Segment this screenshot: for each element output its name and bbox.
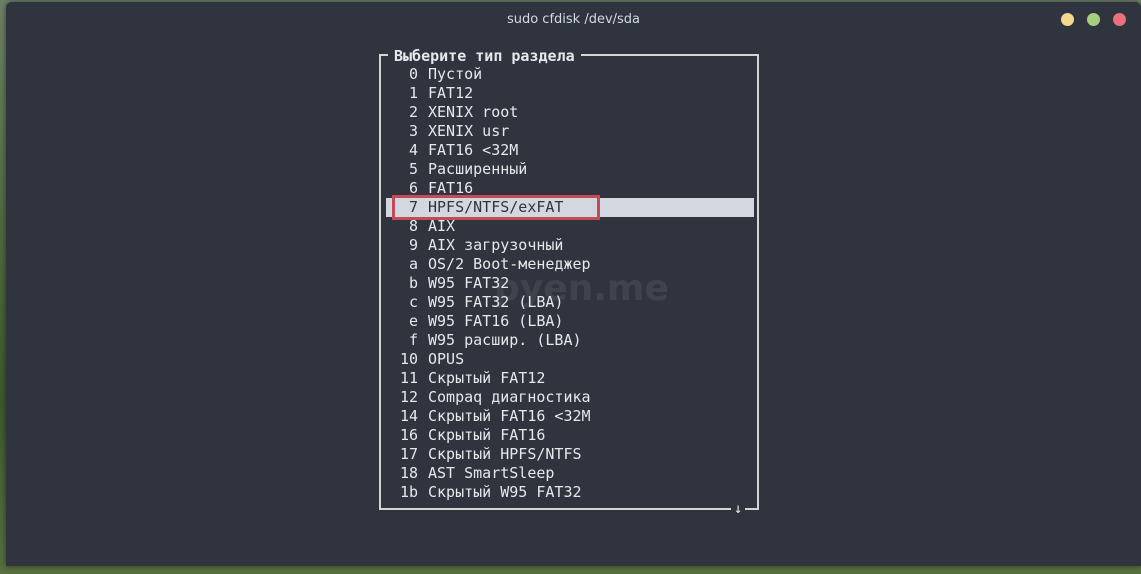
partition-type-item[interactable]: 14 Скрытый FAT16 <32M (386, 407, 754, 426)
partition-type-item[interactable]: f W95 расшир. (LBA) (386, 331, 754, 350)
watermark: pyen.me (494, 268, 669, 309)
partition-type-name: Скрытый FAT16 <32M (428, 407, 591, 425)
partition-type-code: 7 (408, 198, 418, 216)
partition-type-code: 17 (399, 445, 418, 463)
partition-type-code: a (408, 255, 418, 273)
partition-type-name: OPUS (428, 350, 465, 368)
partition-type-name: FAT16 <32M (428, 141, 519, 159)
partition-type-name: Расширенный (428, 160, 528, 178)
partition-type-item[interactable]: 18 AST SmartSleep (386, 464, 754, 483)
partition-type-code: 12 (399, 388, 418, 406)
partition-type-name: AIX загрузочный (428, 236, 564, 254)
partition-type-code: 9 (408, 236, 418, 254)
maximize-button[interactable] (1087, 13, 1100, 26)
partition-type-name: AST SmartSleep (428, 464, 555, 482)
scroll-down-indicator: ↓ (731, 500, 746, 518)
partition-type-name: W95 FAT16 (LBA) (428, 312, 564, 330)
partition-type-code: 14 (399, 407, 418, 425)
partition-type-name: FAT12 (428, 84, 474, 102)
partition-type-code: e (408, 312, 418, 330)
title-bar[interactable]: sudo cfdisk /dev/sda (6, 2, 1141, 36)
partition-type-code: 4 (408, 141, 418, 159)
dialog-title: Выберите тип раздела (388, 46, 581, 66)
partition-type-code: 0 (408, 65, 418, 83)
partition-type-name: W95 расшир. (LBA) (428, 331, 582, 349)
partition-type-item[interactable]: 1b Скрытый W95 FAT32 (386, 483, 754, 502)
partition-type-name: Пустой (428, 65, 483, 83)
partition-type-code: 10 (399, 350, 418, 368)
partition-type-item[interactable]: 6 FAT16 (386, 179, 754, 198)
partition-type-code: 11 (399, 369, 418, 387)
partition-type-name: XENIX usr (428, 122, 510, 140)
partition-type-item[interactable]: 5 Расширенный (386, 160, 754, 179)
partition-type-code: 6 (408, 179, 418, 197)
partition-type-item[interactable]: 4 FAT16 <32M (386, 141, 754, 160)
partition-type-name: HPFS/NTFS/exFAT (428, 198, 564, 216)
partition-type-code: 1 (408, 84, 418, 102)
partition-type-name: Compaq диагностика (428, 388, 591, 406)
partition-type-item[interactable]: 10 OPUS (386, 350, 754, 369)
partition-type-item[interactable]: 1 FAT12 (386, 84, 754, 103)
terminal-window: sudo cfdisk /dev/sda Выберите тип раздел… (6, 2, 1141, 566)
partition-type-code: 5 (408, 160, 418, 178)
partition-type-name: Скрытый FAT16 (428, 426, 546, 444)
partition-type-item[interactable]: e W95 FAT16 (LBA) (386, 312, 754, 331)
partition-type-code: b (408, 274, 418, 292)
window-title: sudo cfdisk /dev/sda (506, 12, 641, 27)
partition-type-code: 2 (408, 103, 418, 121)
partition-type-item[interactable]: 9 AIX загрузочный (386, 236, 754, 255)
partition-type-code: 3 (408, 122, 418, 140)
partition-type-item[interactable]: 0 Пустой (386, 65, 754, 84)
partition-type-code: 18 (399, 464, 418, 482)
partition-type-name: Скрытый W95 FAT32 (428, 483, 582, 501)
partition-type-item[interactable]: 3 XENIX usr (386, 122, 754, 141)
partition-type-code: c (408, 293, 418, 311)
partition-type-item[interactable]: 17 Скрытый HPFS/NTFS (386, 445, 754, 464)
partition-type-name: XENIX root (428, 103, 519, 121)
partition-type-item[interactable]: 8 AIX (386, 217, 754, 236)
partition-type-item[interactable]: 7 HPFS/NTFS/exFAT (386, 198, 754, 217)
partition-type-name: Скрытый FAT12 (428, 369, 546, 387)
partition-type-item[interactable]: 11 Скрытый FAT12 (386, 369, 754, 388)
partition-type-name: FAT16 (428, 179, 474, 197)
partition-type-item[interactable]: 16 Скрытый FAT16 (386, 426, 754, 445)
minimize-button[interactable] (1061, 13, 1074, 26)
partition-type-item[interactable]: 2 XENIX root (386, 103, 754, 122)
close-button[interactable] (1113, 13, 1126, 26)
partition-type-code: 1b (399, 483, 418, 501)
partition-type-code: 16 (399, 426, 418, 444)
partition-type-name: AIX (428, 217, 456, 235)
partition-type-code: f (408, 331, 418, 349)
partition-type-name: Скрытый HPFS/NTFS (428, 445, 582, 463)
partition-type-item[interactable]: 12 Compaq диагностика (386, 388, 754, 407)
partition-type-code: 8 (408, 217, 418, 235)
terminal-area[interactable]: Выберите тип раздела 0 Пустой 1 FAT12 2 XENIX… (6, 36, 1141, 566)
